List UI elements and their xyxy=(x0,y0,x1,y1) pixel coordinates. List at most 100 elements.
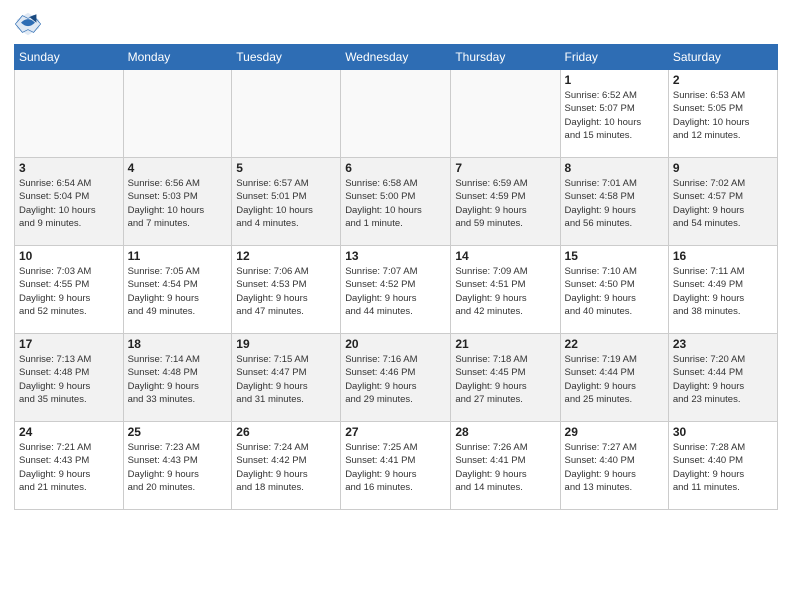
calendar-cell xyxy=(15,70,124,158)
calendar-cell: 12 Sunrise: 7:06 AM Sunset: 4:53 PM Dayli… xyxy=(232,246,341,334)
calendar-cell: 30 Sunrise: 7:28 AM Sunset: 4:40 PM Dayli… xyxy=(668,422,777,510)
day-number: 16 xyxy=(673,249,773,263)
calendar-cell: 16 Sunrise: 7:11 AM Sunset: 4:49 PM Dayli… xyxy=(668,246,777,334)
calendar-cell xyxy=(232,70,341,158)
day-number: 15 xyxy=(565,249,664,263)
calendar-cell: 27 Sunrise: 7:25 AM Sunset: 4:41 PM Dayli… xyxy=(341,422,451,510)
day-info: Sunrise: 7:24 AM Sunset: 4:42 PM Dayligh… xyxy=(236,441,336,494)
day-info: Sunrise: 7:09 AM Sunset: 4:51 PM Dayligh… xyxy=(455,265,555,318)
calendar-cell: 3Sunrise: 6:54 AM Sunset: 5:04 PM Daylig… xyxy=(15,158,124,246)
day-number: 9 xyxy=(673,161,773,175)
day-info: Sunrise: 7:25 AM Sunset: 4:41 PM Dayligh… xyxy=(345,441,446,494)
day-number: 10 xyxy=(19,249,119,263)
weekday-header-saturday: Saturday xyxy=(668,45,777,70)
weekday-header-friday: Friday xyxy=(560,45,668,70)
day-number: 2 xyxy=(673,73,773,87)
calendar-cell: 10 Sunrise: 7:03 AM Sunset: 4:55 PM Dayli… xyxy=(15,246,124,334)
calendar-cell: 17Sunrise: 7:13 AM Sunset: 4:48 PM Dayli… xyxy=(15,334,124,422)
day-number: 17 xyxy=(19,337,119,351)
day-number: 19 xyxy=(236,337,336,351)
day-number: 1 xyxy=(565,73,664,87)
calendar-table: SundayMondayTuesdayWednesdayThursdayFrid… xyxy=(14,44,778,510)
day-number: 12 xyxy=(236,249,336,263)
day-info: Sunrise: 7:10 AM Sunset: 4:50 PM Dayligh… xyxy=(565,265,664,318)
day-number: 30 xyxy=(673,425,773,439)
calendar-cell: 24Sunrise: 7:21 AM Sunset: 4:43 PM Dayli… xyxy=(15,422,124,510)
day-number: 6 xyxy=(345,161,446,175)
day-number: 25 xyxy=(128,425,228,439)
day-number: 20 xyxy=(345,337,446,351)
calendar-cell: 18 Sunrise: 7:14 AM Sunset: 4:48 PM Dayli… xyxy=(123,334,232,422)
weekday-header-row: SundayMondayTuesdayWednesdayThursdayFrid… xyxy=(15,45,778,70)
day-info: Sunrise: 7:03 AM Sunset: 4:55 PM Dayligh… xyxy=(19,265,119,318)
calendar-cell: 26 Sunrise: 7:24 AM Sunset: 4:42 PM Dayli… xyxy=(232,422,341,510)
day-number: 18 xyxy=(128,337,228,351)
calendar-cell: 9 Sunrise: 7:02 AM Sunset: 4:57 PM Daylig… xyxy=(668,158,777,246)
day-number: 3 xyxy=(19,161,119,175)
calendar-cell: 7 Sunrise: 6:59 AM Sunset: 4:59 PM Daylig… xyxy=(451,158,560,246)
day-info: Sunrise: 7:18 AM Sunset: 4:45 PM Dayligh… xyxy=(455,353,555,406)
day-number: 27 xyxy=(345,425,446,439)
day-number: 24 xyxy=(19,425,119,439)
calendar-cell: 20 Sunrise: 7:16 AM Sunset: 4:46 PM Dayli… xyxy=(341,334,451,422)
weekday-header-wednesday: Wednesday xyxy=(341,45,451,70)
day-info: Sunrise: 6:57 AM Sunset: 5:01 PM Dayligh… xyxy=(236,177,336,230)
weekday-header-sunday: Sunday xyxy=(15,45,124,70)
day-number: 14 xyxy=(455,249,555,263)
header xyxy=(14,10,778,38)
day-info: Sunrise: 7:02 AM Sunset: 4:57 PM Dayligh… xyxy=(673,177,773,230)
day-info: Sunrise: 7:06 AM Sunset: 4:53 PM Dayligh… xyxy=(236,265,336,318)
calendar-cell: 25 Sunrise: 7:23 AM Sunset: 4:43 PM Dayli… xyxy=(123,422,232,510)
day-info: Sunrise: 6:58 AM Sunset: 5:00 PM Dayligh… xyxy=(345,177,446,230)
calendar-week-2: 10 Sunrise: 7:03 AM Sunset: 4:55 PM Dayli… xyxy=(15,246,778,334)
day-number: 4 xyxy=(128,161,228,175)
calendar-week-3: 17Sunrise: 7:13 AM Sunset: 4:48 PM Dayli… xyxy=(15,334,778,422)
calendar-cell xyxy=(451,70,560,158)
day-number: 28 xyxy=(455,425,555,439)
day-info: Sunrise: 7:05 AM Sunset: 4:54 PM Dayligh… xyxy=(128,265,228,318)
day-info: Sunrise: 7:28 AM Sunset: 4:40 PM Dayligh… xyxy=(673,441,773,494)
day-info: Sunrise: 7:16 AM Sunset: 4:46 PM Dayligh… xyxy=(345,353,446,406)
calendar-cell: 14 Sunrise: 7:09 AM Sunset: 4:51 PM Dayli… xyxy=(451,246,560,334)
day-number: 7 xyxy=(455,161,555,175)
day-number: 23 xyxy=(673,337,773,351)
calendar-cell: 8 Sunrise: 7:01 AM Sunset: 4:58 PM Daylig… xyxy=(560,158,668,246)
day-info: Sunrise: 7:19 AM Sunset: 4:44 PM Dayligh… xyxy=(565,353,664,406)
day-number: 5 xyxy=(236,161,336,175)
calendar-week-4: 24Sunrise: 7:21 AM Sunset: 4:43 PM Dayli… xyxy=(15,422,778,510)
logo xyxy=(14,10,46,38)
day-number: 22 xyxy=(565,337,664,351)
day-info: Sunrise: 7:11 AM Sunset: 4:49 PM Dayligh… xyxy=(673,265,773,318)
calendar-cell: 22 Sunrise: 7:19 AM Sunset: 4:44 PM Dayli… xyxy=(560,334,668,422)
day-info: Sunrise: 7:26 AM Sunset: 4:41 PM Dayligh… xyxy=(455,441,555,494)
day-info: Sunrise: 6:59 AM Sunset: 4:59 PM Dayligh… xyxy=(455,177,555,230)
calendar-cell xyxy=(341,70,451,158)
day-number: 21 xyxy=(455,337,555,351)
calendar-cell: 29Sunrise: 7:27 AM Sunset: 4:40 PM Dayli… xyxy=(560,422,668,510)
day-info: Sunrise: 6:56 AM Sunset: 5:03 PM Dayligh… xyxy=(128,177,228,230)
day-number: 8 xyxy=(565,161,664,175)
calendar-cell: 21 Sunrise: 7:18 AM Sunset: 4:45 PM Dayli… xyxy=(451,334,560,422)
day-info: Sunrise: 6:52 AM Sunset: 5:07 PM Dayligh… xyxy=(565,89,664,142)
calendar-cell: 6 Sunrise: 6:58 AM Sunset: 5:00 PM Daylig… xyxy=(341,158,451,246)
day-info: Sunrise: 7:23 AM Sunset: 4:43 PM Dayligh… xyxy=(128,441,228,494)
calendar-cell: 19 Sunrise: 7:15 AM Sunset: 4:47 PM Dayli… xyxy=(232,334,341,422)
day-info: Sunrise: 7:14 AM Sunset: 4:48 PM Dayligh… xyxy=(128,353,228,406)
page: SundayMondayTuesdayWednesdayThursdayFrid… xyxy=(0,0,792,612)
calendar-week-1: 3Sunrise: 6:54 AM Sunset: 5:04 PM Daylig… xyxy=(15,158,778,246)
calendar-cell: 11Sunrise: 7:05 AM Sunset: 4:54 PM Dayli… xyxy=(123,246,232,334)
calendar-cell: 15 Sunrise: 7:10 AM Sunset: 4:50 PM Dayli… xyxy=(560,246,668,334)
calendar-cell: 4 Sunrise: 6:56 AM Sunset: 5:03 PM Daylig… xyxy=(123,158,232,246)
calendar-cell: 2Sunrise: 6:53 AM Sunset: 5:05 PM Daylig… xyxy=(668,70,777,158)
day-info: Sunrise: 7:20 AM Sunset: 4:44 PM Dayligh… xyxy=(673,353,773,406)
day-number: 26 xyxy=(236,425,336,439)
calendar-cell xyxy=(123,70,232,158)
calendar-cell: 28 Sunrise: 7:26 AM Sunset: 4:41 PM Dayli… xyxy=(451,422,560,510)
day-number: 13 xyxy=(345,249,446,263)
day-info: Sunrise: 7:15 AM Sunset: 4:47 PM Dayligh… xyxy=(236,353,336,406)
day-info: Sunrise: 7:01 AM Sunset: 4:58 PM Dayligh… xyxy=(565,177,664,230)
day-info: Sunrise: 7:07 AM Sunset: 4:52 PM Dayligh… xyxy=(345,265,446,318)
logo-icon xyxy=(14,10,42,38)
weekday-header-tuesday: Tuesday xyxy=(232,45,341,70)
calendar-cell: 5 Sunrise: 6:57 AM Sunset: 5:01 PM Daylig… xyxy=(232,158,341,246)
